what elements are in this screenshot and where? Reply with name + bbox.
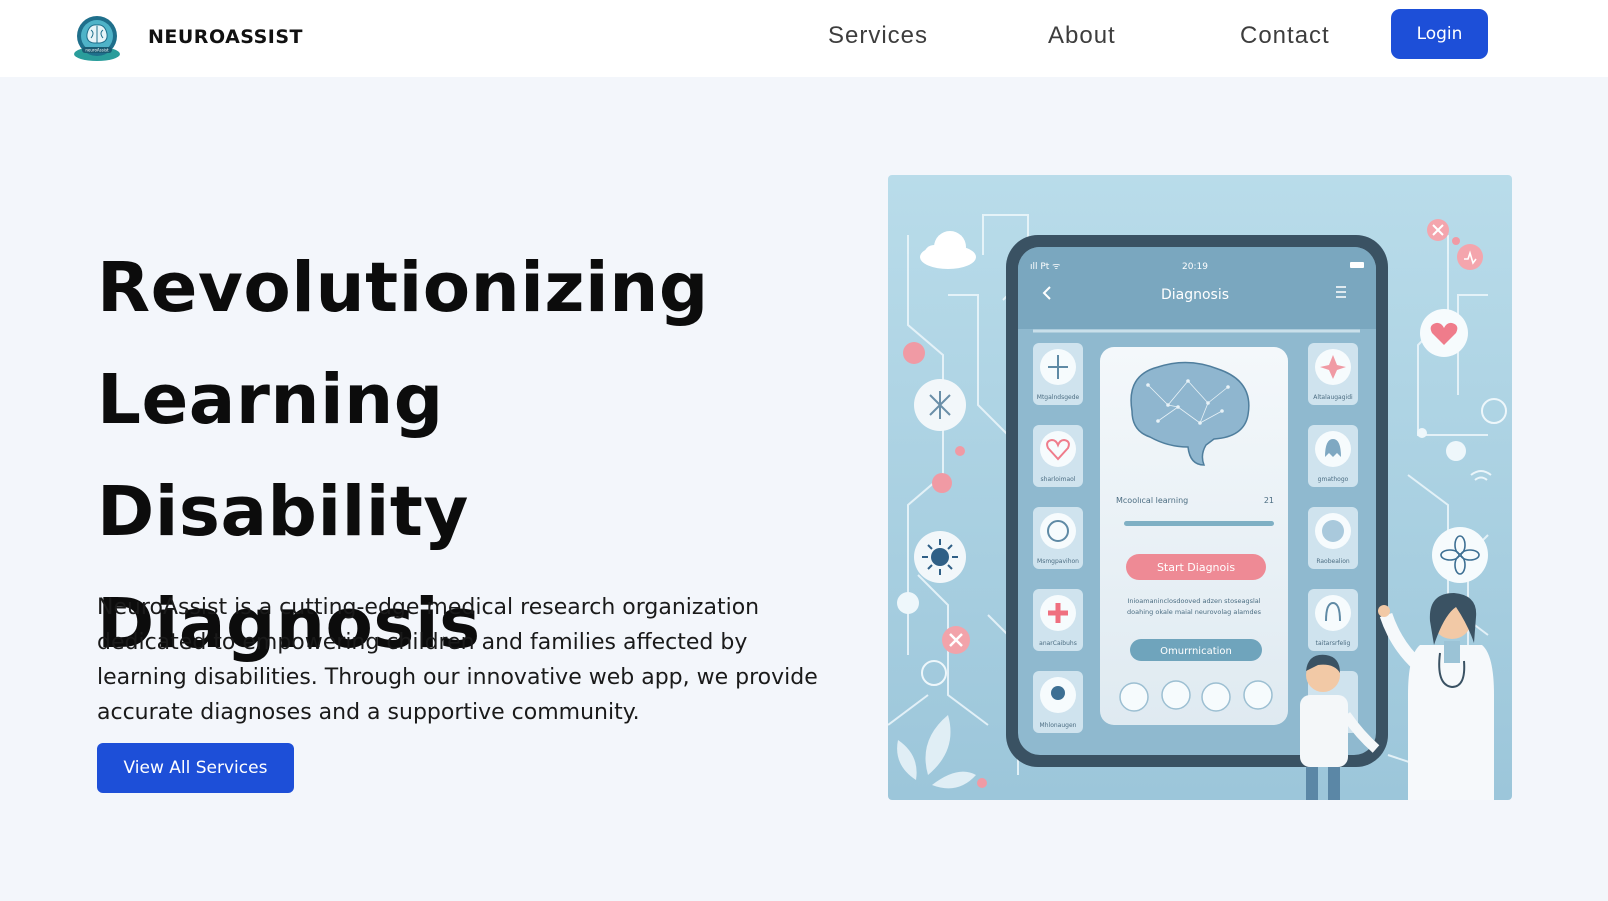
nav-services-link[interactable]: Services [828,22,928,50]
feature-tile: Mhlonaugen [1033,671,1083,733]
feature-tile: taitarsrfelig [1308,589,1358,651]
status-bar-time: 20:19 [1182,262,1208,272]
svg-text:sharloimaol: sharloimaol [1041,476,1076,483]
neuroassist-logo[interactable]: neuroAssist [72,14,122,62]
hero-description: NeuroAssist is a cutting-edge medical re… [97,595,818,725]
card-text-1: Inioamaninclosdooved adzen stoseagslal [1127,597,1260,605]
hero-title-line-1: Revolutionizing [97,248,709,328]
feature-tile: anarCaibuhs [1033,589,1083,651]
feature-tile: Msmgpavihon [1033,507,1083,569]
svg-text:Altalaugagidi: Altalaugagidi [1313,394,1353,401]
svg-text:neuroAssist: neuroAssist [85,48,109,53]
svg-text:gmathogo: gmathogo [1318,476,1349,483]
heart-icon [1420,309,1468,357]
feature-tile: gmathogo [1308,425,1358,487]
status-bar-left: ıll Pt ᯤ [1030,262,1060,272]
feature-tile: sharloimaol [1033,425,1083,487]
molecule-icon [914,379,966,431]
feature-tile: Raobealion [1308,507,1358,569]
progress-bar [1124,521,1274,526]
nav-contact-link[interactable]: Contact [1240,22,1330,50]
close-icon [1427,219,1449,241]
close-icon [942,626,970,654]
feature-tile: Altalaugagidi [1308,343,1358,405]
svg-text:Msmgpavihon: Msmgpavihon [1037,558,1079,565]
card-text-2: doahing okale maial neurovolag alamdes [1127,608,1262,616]
login-button[interactable]: Login [1391,9,1488,59]
search-icon [1161,680,1191,710]
clock-icon [1119,682,1149,712]
brand-name: NEUROASSIST [148,26,304,48]
svg-text:Mtgalndsgede: Mtgalndsgede [1037,394,1080,401]
svg-text:Mhlonaugen: Mhlonaugen [1040,722,1077,729]
view-all-services-button[interactable]: View All Services [97,743,294,793]
chat-icon [1201,682,1231,712]
svg-text:Start Diagnois: Start Diagnois [1157,561,1235,574]
svg-text:taitarsrfelig: taitarsrfelig [1316,640,1351,647]
pulse-icon [1457,244,1483,270]
svg-text:Omurrnication: Omurrnication [1160,646,1232,657]
feature-tile: Mtgalndsgede [1033,343,1083,405]
sun-icon [914,531,966,583]
screen-title: Diagnosis [1161,287,1229,303]
globe-icon [1243,680,1273,710]
nav-about-link[interactable]: About [1048,22,1116,50]
battery-icon [1350,262,1364,268]
svg-text:anarCaibuhs: anarCaibuhs [1039,640,1077,647]
hero-title-line-2: Learning Disability [97,360,469,552]
card-value: 21 [1264,496,1274,505]
svg-text:Raobealion: Raobealion [1316,558,1350,565]
diagnosis-app-illustration: ıll Pt ᯤ 20:19 Diagnosis Mtgalndsgede sh… [888,175,1512,800]
top-navigation-bar: neuroAssist NEUROASSIST Services About C… [0,0,1608,77]
card-label: Mcoolıcal learning [1116,496,1188,505]
flower-icon [1432,527,1488,583]
